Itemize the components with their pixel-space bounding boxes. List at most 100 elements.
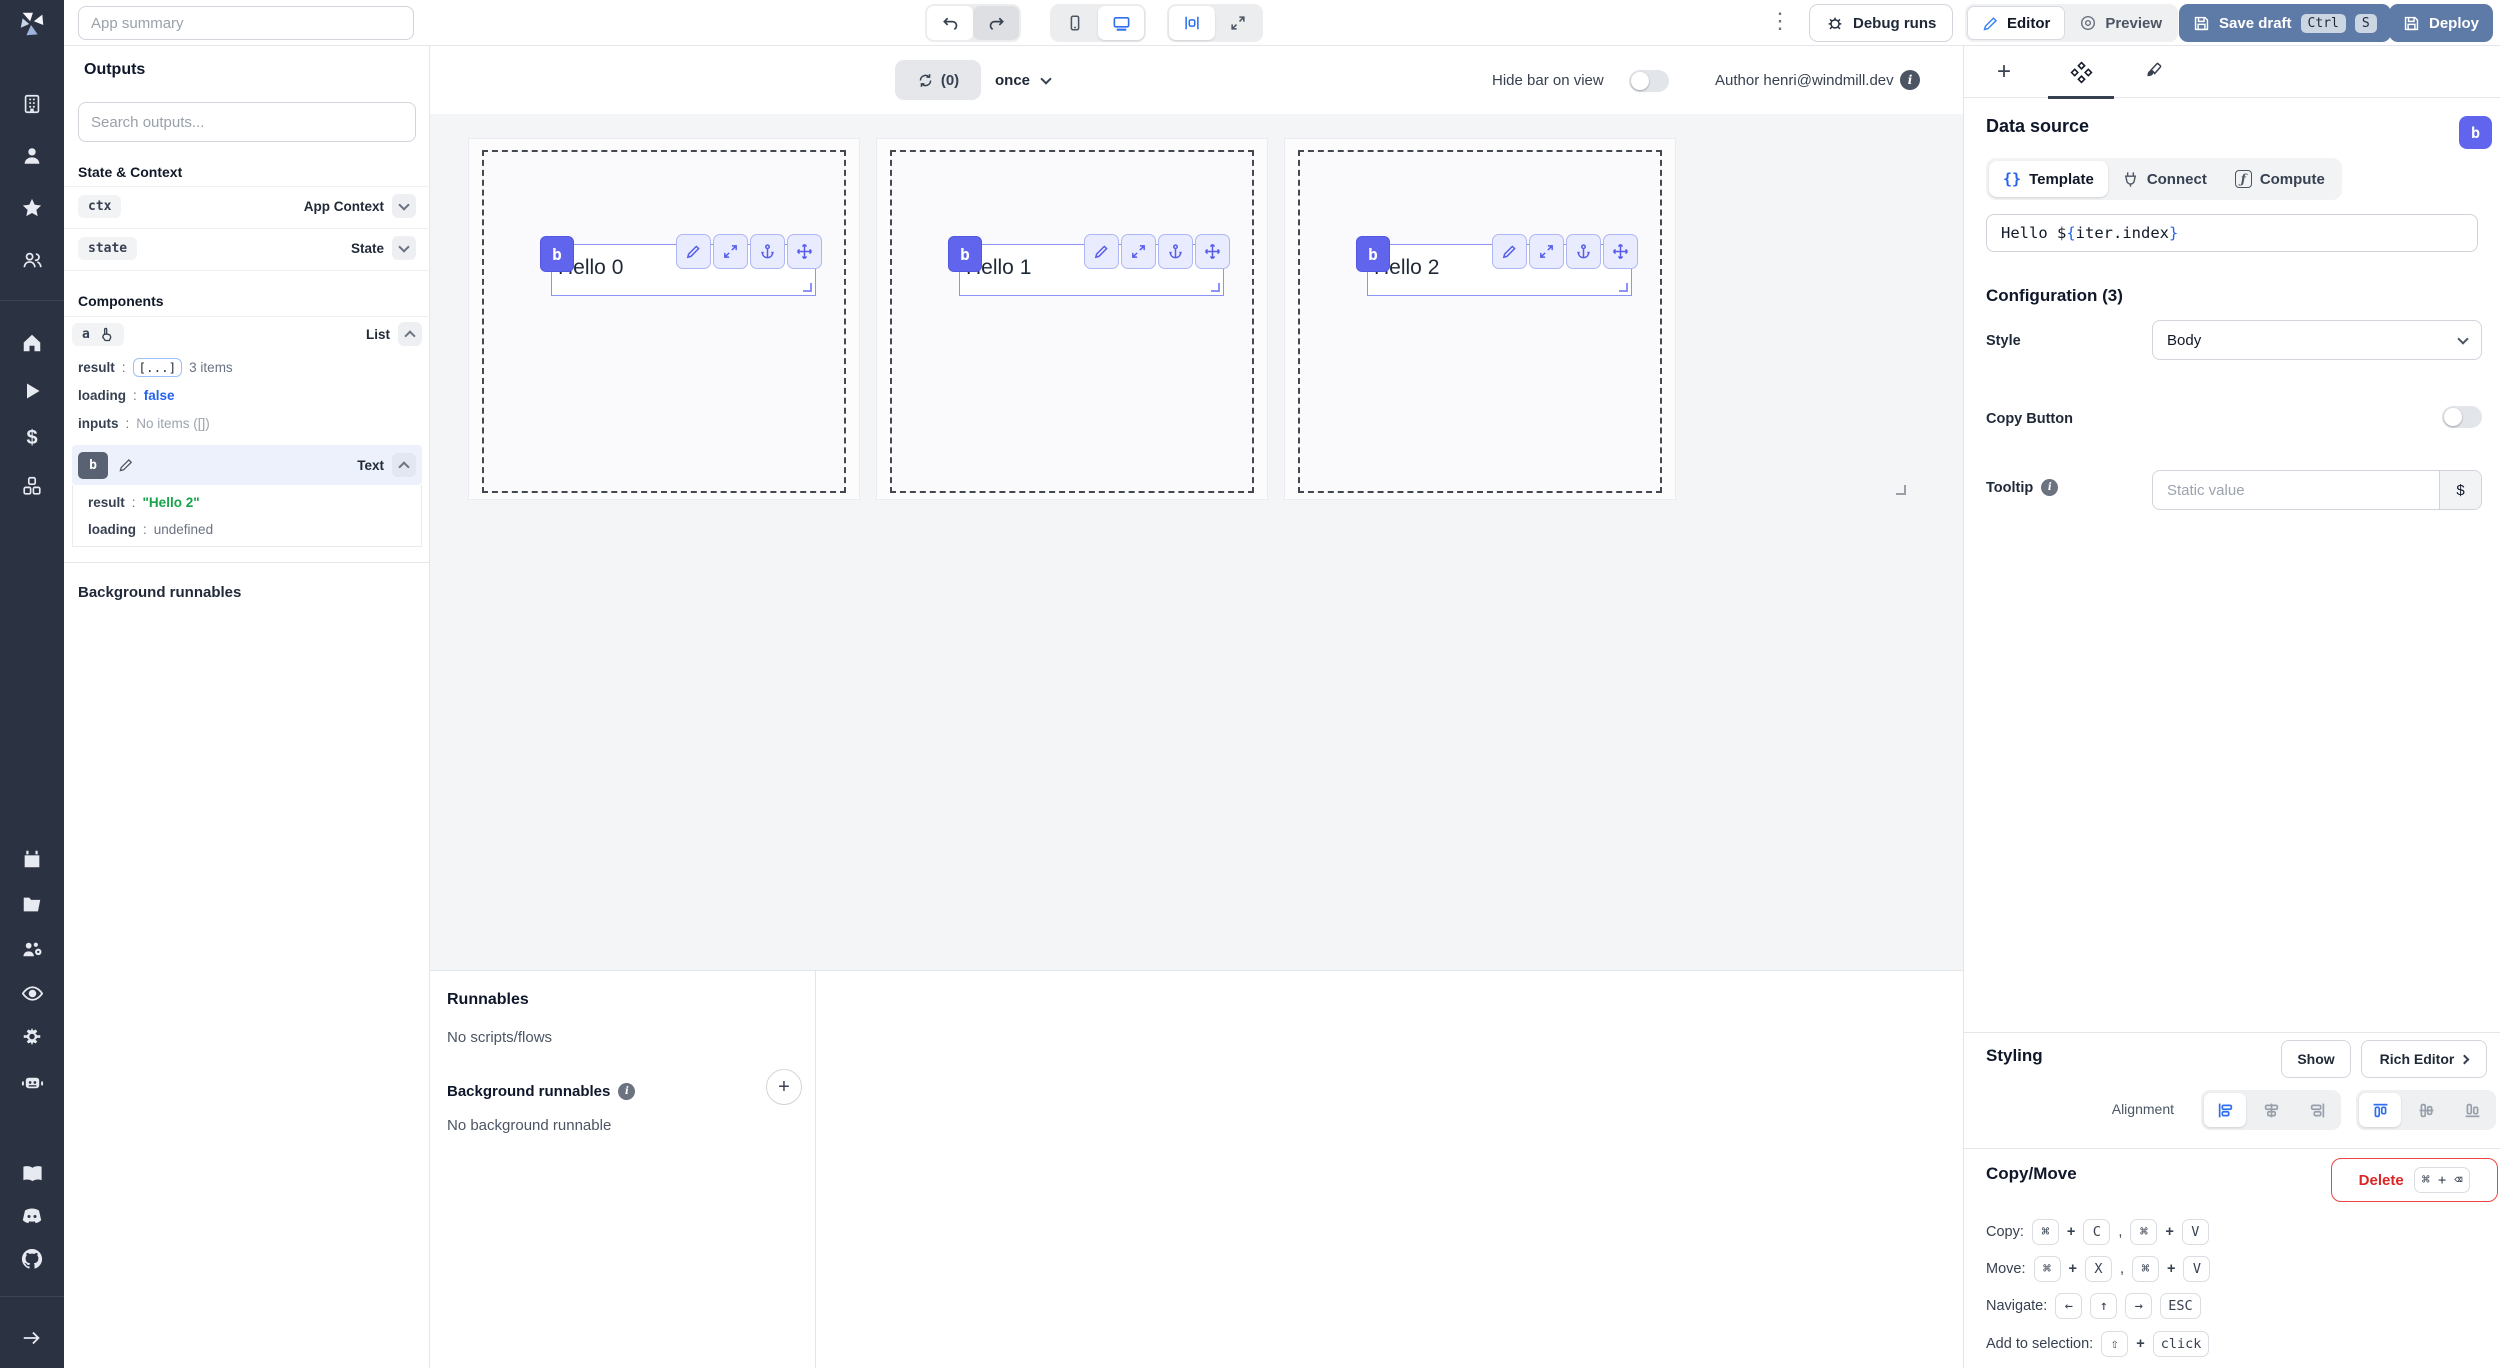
ctx-row[interactable]: ctx App Context (78, 194, 416, 218)
info-icon[interactable]: i (618, 1083, 636, 1100)
discord-icon[interactable] (0, 1198, 64, 1234)
add-background-runnable-button[interactable]: + (766, 1069, 802, 1105)
tab-styling-brush[interactable] (2124, 46, 2188, 98)
list-cell-1[interactable]: b Hello 1 (876, 138, 1268, 500)
component-badge[interactable]: b (540, 236, 574, 272)
rich-editor-button[interactable]: Rich Editor (2361, 1040, 2487, 1078)
list-component-region[interactable]: b Hello 0 b Hello 1 b Hello 2 (460, 138, 1918, 503)
code-expression: iter.index (2075, 224, 2169, 242)
style-select[interactable]: Body (2152, 320, 2482, 360)
tab-component-settings[interactable] (2049, 46, 2113, 98)
template-code-input[interactable]: Hello ${iter.index} (1986, 214, 2478, 252)
resize-handle[interactable] (1211, 283, 1220, 292)
play-icon[interactable] (0, 373, 64, 409)
array-badge[interactable]: [...] (132, 358, 183, 377)
expand-icon[interactable] (1121, 234, 1156, 269)
expand-icon[interactable] (713, 234, 748, 269)
search-outputs-input[interactable] (78, 102, 416, 142)
edit-pencil-icon[interactable] (1084, 234, 1119, 269)
delete-component-button[interactable]: Delete ⌘ + ⌫ (2331, 1158, 2498, 1202)
redo-button[interactable] (973, 6, 1019, 40)
result-row-a[interactable]: result : [...] 3 items (78, 358, 233, 377)
eye-icon[interactable] (0, 975, 64, 1011)
github-icon[interactable] (0, 1241, 64, 1277)
sidebar-divider (0, 1296, 64, 1297)
anchor-icon[interactable] (1566, 234, 1601, 269)
align-right-icon[interactable] (2296, 1093, 2338, 1127)
ctx-expand-button[interactable] (392, 194, 416, 218)
align-left-icon[interactable] (2204, 1093, 2246, 1127)
copy-button-toggle[interactable] (2442, 406, 2482, 428)
gear-icon[interactable] (0, 1019, 64, 1055)
tab-compute[interactable]: ƒ Compute (2221, 161, 2339, 197)
comma: , (2118, 1224, 2123, 1240)
component-badge[interactable]: b (948, 236, 982, 272)
loading-key: loading (78, 388, 126, 403)
desktop-view-icon[interactable] (1098, 6, 1144, 40)
component-badge[interactable]: b (1356, 236, 1390, 272)
list-cell-2[interactable]: b Hello 2 (1284, 138, 1676, 500)
book-icon[interactable] (0, 1155, 64, 1191)
arrow-right-icon[interactable] (0, 1320, 64, 1356)
tooltip-input[interactable]: Static value $ (2152, 470, 2482, 510)
tab-template[interactable]: {} Template (1989, 161, 2108, 197)
user-group-gear-icon[interactable] (0, 931, 64, 967)
dynamic-value-button[interactable]: $ (2439, 471, 2481, 509)
robot-icon[interactable] (0, 1064, 64, 1100)
component-a-row[interactable]: a List (72, 322, 422, 346)
code-brace-open: { (2066, 224, 2076, 242)
author-info-icon[interactable]: i (1900, 70, 1920, 90)
building-icon[interactable] (0, 86, 64, 122)
list-resize-handle[interactable] (1896, 485, 1906, 495)
outputs-title: Outputs (84, 61, 146, 78)
dollar-icon[interactable]: $ (0, 420, 64, 456)
deploy-button[interactable]: Deploy (2389, 4, 2494, 42)
more-menu-icon[interactable]: ⋮ (1769, 8, 1791, 34)
component-a-collapse-button[interactable] (398, 322, 422, 346)
debug-runs-button[interactable]: Debug runs (1809, 4, 1954, 42)
edit-pencil-icon[interactable] (676, 234, 711, 269)
center-layout-icon[interactable] (1169, 6, 1215, 40)
move-icon[interactable] (1603, 234, 1638, 269)
home-icon[interactable] (0, 325, 64, 361)
tab-insert[interactable]: + (1972, 46, 2036, 98)
mobile-view-icon[interactable] (1052, 6, 1098, 40)
calendar-icon[interactable] (0, 841, 64, 877)
state-row[interactable]: state State (78, 236, 416, 260)
expand-icon[interactable] (1529, 234, 1564, 269)
resize-handle[interactable] (1619, 283, 1628, 292)
folder-icon[interactable] (0, 886, 64, 922)
frequency-select[interactable]: once (995, 60, 1052, 100)
save-draft-button[interactable]: Save draft Ctrl S (2179, 4, 2391, 42)
tooltip-info-icon[interactable]: i (2041, 479, 2059, 496)
undo-button[interactable] (927, 6, 973, 40)
component-b-row[interactable]: b Text (72, 445, 422, 485)
component-b-collapse-button[interactable] (392, 453, 416, 477)
boxes-icon[interactable] (0, 468, 64, 504)
anchor-icon[interactable] (750, 234, 785, 269)
users-icon[interactable] (0, 242, 64, 278)
move-icon[interactable] (1195, 234, 1230, 269)
anchor-icon[interactable] (1158, 234, 1193, 269)
fullscreen-icon[interactable] (1215, 6, 1261, 40)
tab-preview[interactable]: Preview (2065, 6, 2176, 40)
show-styling-button[interactable]: Show (2281, 1040, 2351, 1078)
align-bottom-icon[interactable] (2451, 1093, 2493, 1127)
hide-bar-toggle[interactable] (1629, 70, 1669, 92)
app-summary-input[interactable] (78, 6, 414, 40)
edit-pencil-icon[interactable] (1492, 234, 1527, 269)
star-icon[interactable] (0, 190, 64, 226)
tab-editor[interactable]: Editor (1967, 6, 2066, 40)
align-center-horizontal-icon[interactable] (2250, 1093, 2292, 1127)
align-middle-icon[interactable] (2405, 1093, 2447, 1127)
resize-handle[interactable] (803, 283, 812, 292)
align-top-icon[interactable] (2359, 1093, 2401, 1127)
list-cell-0[interactable]: b Hello 0 (468, 138, 860, 500)
state-expand-button[interactable] (392, 236, 416, 260)
refresh-button[interactable]: (0) (895, 60, 981, 100)
tab-connect[interactable]: Connect (2108, 161, 2221, 197)
windmill-logo[interactable] (0, 6, 64, 42)
user-icon[interactable] (0, 138, 64, 174)
move-icon[interactable] (787, 234, 822, 269)
edit-pencil-icon[interactable] (118, 457, 134, 473)
